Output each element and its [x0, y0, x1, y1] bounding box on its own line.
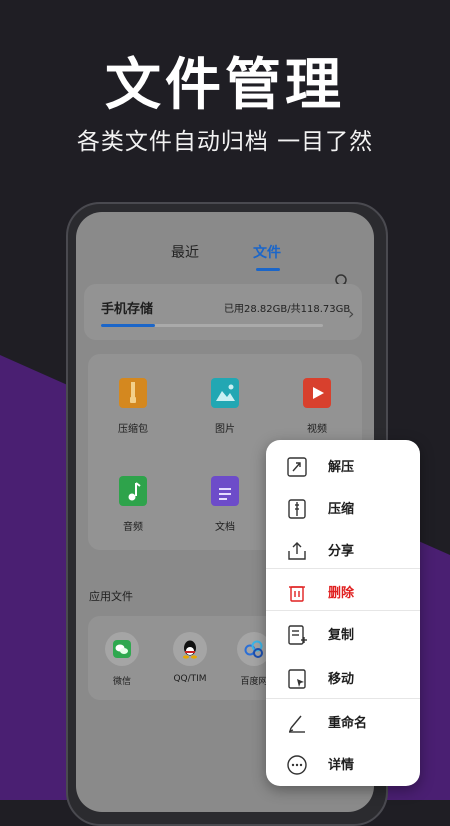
app-label: 微信	[112, 677, 131, 687]
qq-icon	[173, 632, 207, 666]
document-icon	[211, 476, 239, 506]
app-label: QQ/TIM	[173, 674, 207, 684]
copy-icon	[288, 625, 307, 645]
category-audio[interactable]: 音频	[88, 476, 178, 533]
category-label: 图片	[215, 424, 235, 435]
menu-label: 分享	[328, 544, 355, 559]
section-title-app-files: 应用文件	[89, 590, 133, 603]
menu-label: 解压	[328, 460, 355, 475]
category-label: 压缩包	[118, 424, 148, 435]
storage-progress-bar	[101, 324, 323, 327]
menu-item-details[interactable]: 详情	[266, 744, 420, 784]
category-label: 视频	[307, 424, 327, 435]
active-tab-indicator	[256, 268, 280, 271]
category-images[interactable]: 图片	[180, 378, 270, 435]
menu-item-extract[interactable]: 解压	[266, 446, 420, 486]
hero-subtitle: 各类文件自动归档 一目了然	[76, 129, 374, 155]
menu-label: 重命名	[328, 716, 368, 731]
category-videos[interactable]: 视频	[272, 378, 362, 435]
move-icon	[288, 669, 306, 689]
details-icon	[287, 755, 307, 775]
app-qq[interactable]: QQ/TIM	[160, 632, 220, 684]
menu-item-rename[interactable]: 重命名	[266, 702, 420, 742]
image-icon	[211, 378, 239, 408]
extract-icon	[287, 457, 307, 477]
menu-item-copy[interactable]: 复制	[266, 614, 420, 654]
music-icon	[119, 476, 147, 506]
menu-divider	[266, 568, 420, 569]
category-documents[interactable]: 文档	[180, 476, 270, 533]
menu-divider	[266, 698, 420, 699]
tab-bar: 最近 文件	[76, 242, 374, 289]
menu-label: 压缩	[328, 502, 355, 517]
app-wechat[interactable]: 微信	[92, 632, 152, 687]
zip-icon	[119, 378, 147, 408]
video-icon	[303, 378, 331, 408]
rename-icon	[288, 715, 305, 733]
menu-label: 删除	[328, 586, 355, 601]
menu-item-move[interactable]: 移动	[266, 658, 420, 698]
context-menu: 解压 压缩 分享 删除 复制 移动 重命名 详情	[266, 440, 420, 786]
category-label: 文档	[215, 522, 235, 533]
menu-label: 移动	[328, 672, 355, 687]
category-label: 音频	[123, 522, 143, 533]
storage-progress-fill	[101, 324, 155, 327]
wechat-icon	[105, 632, 139, 666]
phone-storage-card[interactable]: 手机存储 已用28.82GB/共118.73GB ›	[84, 284, 362, 340]
storage-usage: 已用28.82GB/共118.73GB	[224, 304, 351, 315]
menu-label: 详情	[328, 758, 355, 773]
menu-label: 复制	[328, 628, 355, 643]
menu-divider	[266, 610, 420, 611]
share-icon	[288, 542, 306, 560]
menu-item-share[interactable]: 分享	[266, 530, 420, 570]
tab-files[interactable]: 文件	[253, 242, 281, 262]
menu-item-delete[interactable]: 删除	[266, 572, 420, 612]
tab-recent[interactable]: 最近	[171, 242, 199, 262]
compress-icon	[288, 499, 306, 519]
storage-title: 手机存储	[101, 302, 154, 317]
hero-title: 文件管理	[105, 53, 345, 118]
trash-icon	[289, 586, 305, 602]
chevron-right-icon: ›	[348, 304, 355, 323]
category-archives[interactable]: 压缩包	[88, 378, 178, 435]
menu-item-compress[interactable]: 压缩	[266, 488, 420, 528]
